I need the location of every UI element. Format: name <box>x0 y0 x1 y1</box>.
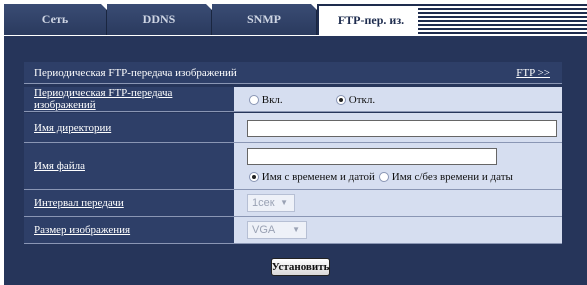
radio-without-time-icon[interactable] <box>379 172 389 183</box>
chevron-down-icon: ▼ <box>280 198 288 207</box>
row-directory: Имя директории <box>24 113 562 143</box>
interval-label[interactable]: Интервал передачи <box>24 190 234 216</box>
section-title: Периодическая FTP-передача изображений <box>34 66 237 79</box>
interval-value: 1сек ▼ <box>234 190 562 216</box>
directory-value <box>234 113 562 142</box>
directory-input[interactable] <box>247 120 557 137</box>
periodic-off-label: Откл. <box>348 94 376 106</box>
radio-with-time-icon[interactable] <box>249 172 259 183</box>
tab-snmp-label: SNMP <box>247 12 281 26</box>
row-filename: Имя файла Имя с временем и датой Имя с/б… <box>24 143 562 190</box>
chevron-down-icon: ▼ <box>292 225 300 234</box>
tab-ddns-label: DDNS <box>142 12 176 26</box>
tab-network-label: Сеть <box>41 12 69 26</box>
tab-bar: Сеть DDNS SNMP FTP-пер. из. <box>0 0 587 36</box>
section-header: Периодическая FTP-передача изображений F… <box>24 62 562 84</box>
tab-network[interactable]: Сеть <box>4 4 107 35</box>
filename-value: Имя с временем и датой Имя с/без времени… <box>234 143 562 189</box>
tab-ddns[interactable]: DDNS <box>107 4 212 35</box>
image-size-label[interactable]: Размер изображения <box>24 217 234 243</box>
tab-snmp[interactable]: SNMP <box>212 4 317 35</box>
periodic-ftp-value: Вкл. Откл. <box>234 87 562 111</box>
ftp-link[interactable]: FTP >> <box>516 67 550 79</box>
filename-with-time-option[interactable]: Имя с временем и датой <box>249 171 375 183</box>
periodic-on-option[interactable]: Вкл. <box>249 94 283 106</box>
filename-input[interactable] <box>247 148 497 165</box>
image-size-value: VGA ▼ <box>234 217 562 243</box>
filename-label[interactable]: Имя файла <box>24 143 234 189</box>
radio-off-icon[interactable] <box>336 95 346 106</box>
filename-without-time-label: Имя с/без времени и даты <box>391 171 513 183</box>
directory-label[interactable]: Имя директории <box>24 113 234 142</box>
row-periodic-ftp: Периодическая FTP-передача изображений В… <box>24 87 562 112</box>
filename-with-time-label: Имя с временем и датой <box>261 171 375 183</box>
periodic-off-option[interactable]: Откл. <box>336 94 375 106</box>
set-button[interactable]: Установить <box>271 258 330 276</box>
tab-ftp-label: FTP-пер. из. <box>337 13 405 27</box>
interval-select-value: 1сек <box>252 197 275 209</box>
interval-select[interactable]: 1сек ▼ <box>247 194 295 212</box>
periodic-on-label: Вкл. <box>261 94 283 106</box>
row-interval: Интервал передачи 1сек ▼ <box>24 190 562 217</box>
tab-bar-stripes <box>418 4 587 35</box>
row-image-size: Размер изображения VGA ▼ <box>24 217 562 244</box>
filename-without-time-option[interactable]: Имя с/без времени и даты <box>379 171 513 183</box>
image-size-select[interactable]: VGA ▼ <box>247 221 307 239</box>
tab-row: Сеть DDNS SNMP FTP-пер. из. <box>4 4 425 35</box>
periodic-ftp-label[interactable]: Периодическая FTP-передача изображений <box>24 87 234 111</box>
tab-ftp[interactable]: FTP-пер. из. <box>317 4 425 35</box>
radio-on-icon[interactable] <box>249 95 259 106</box>
image-size-select-value: VGA <box>252 224 276 236</box>
